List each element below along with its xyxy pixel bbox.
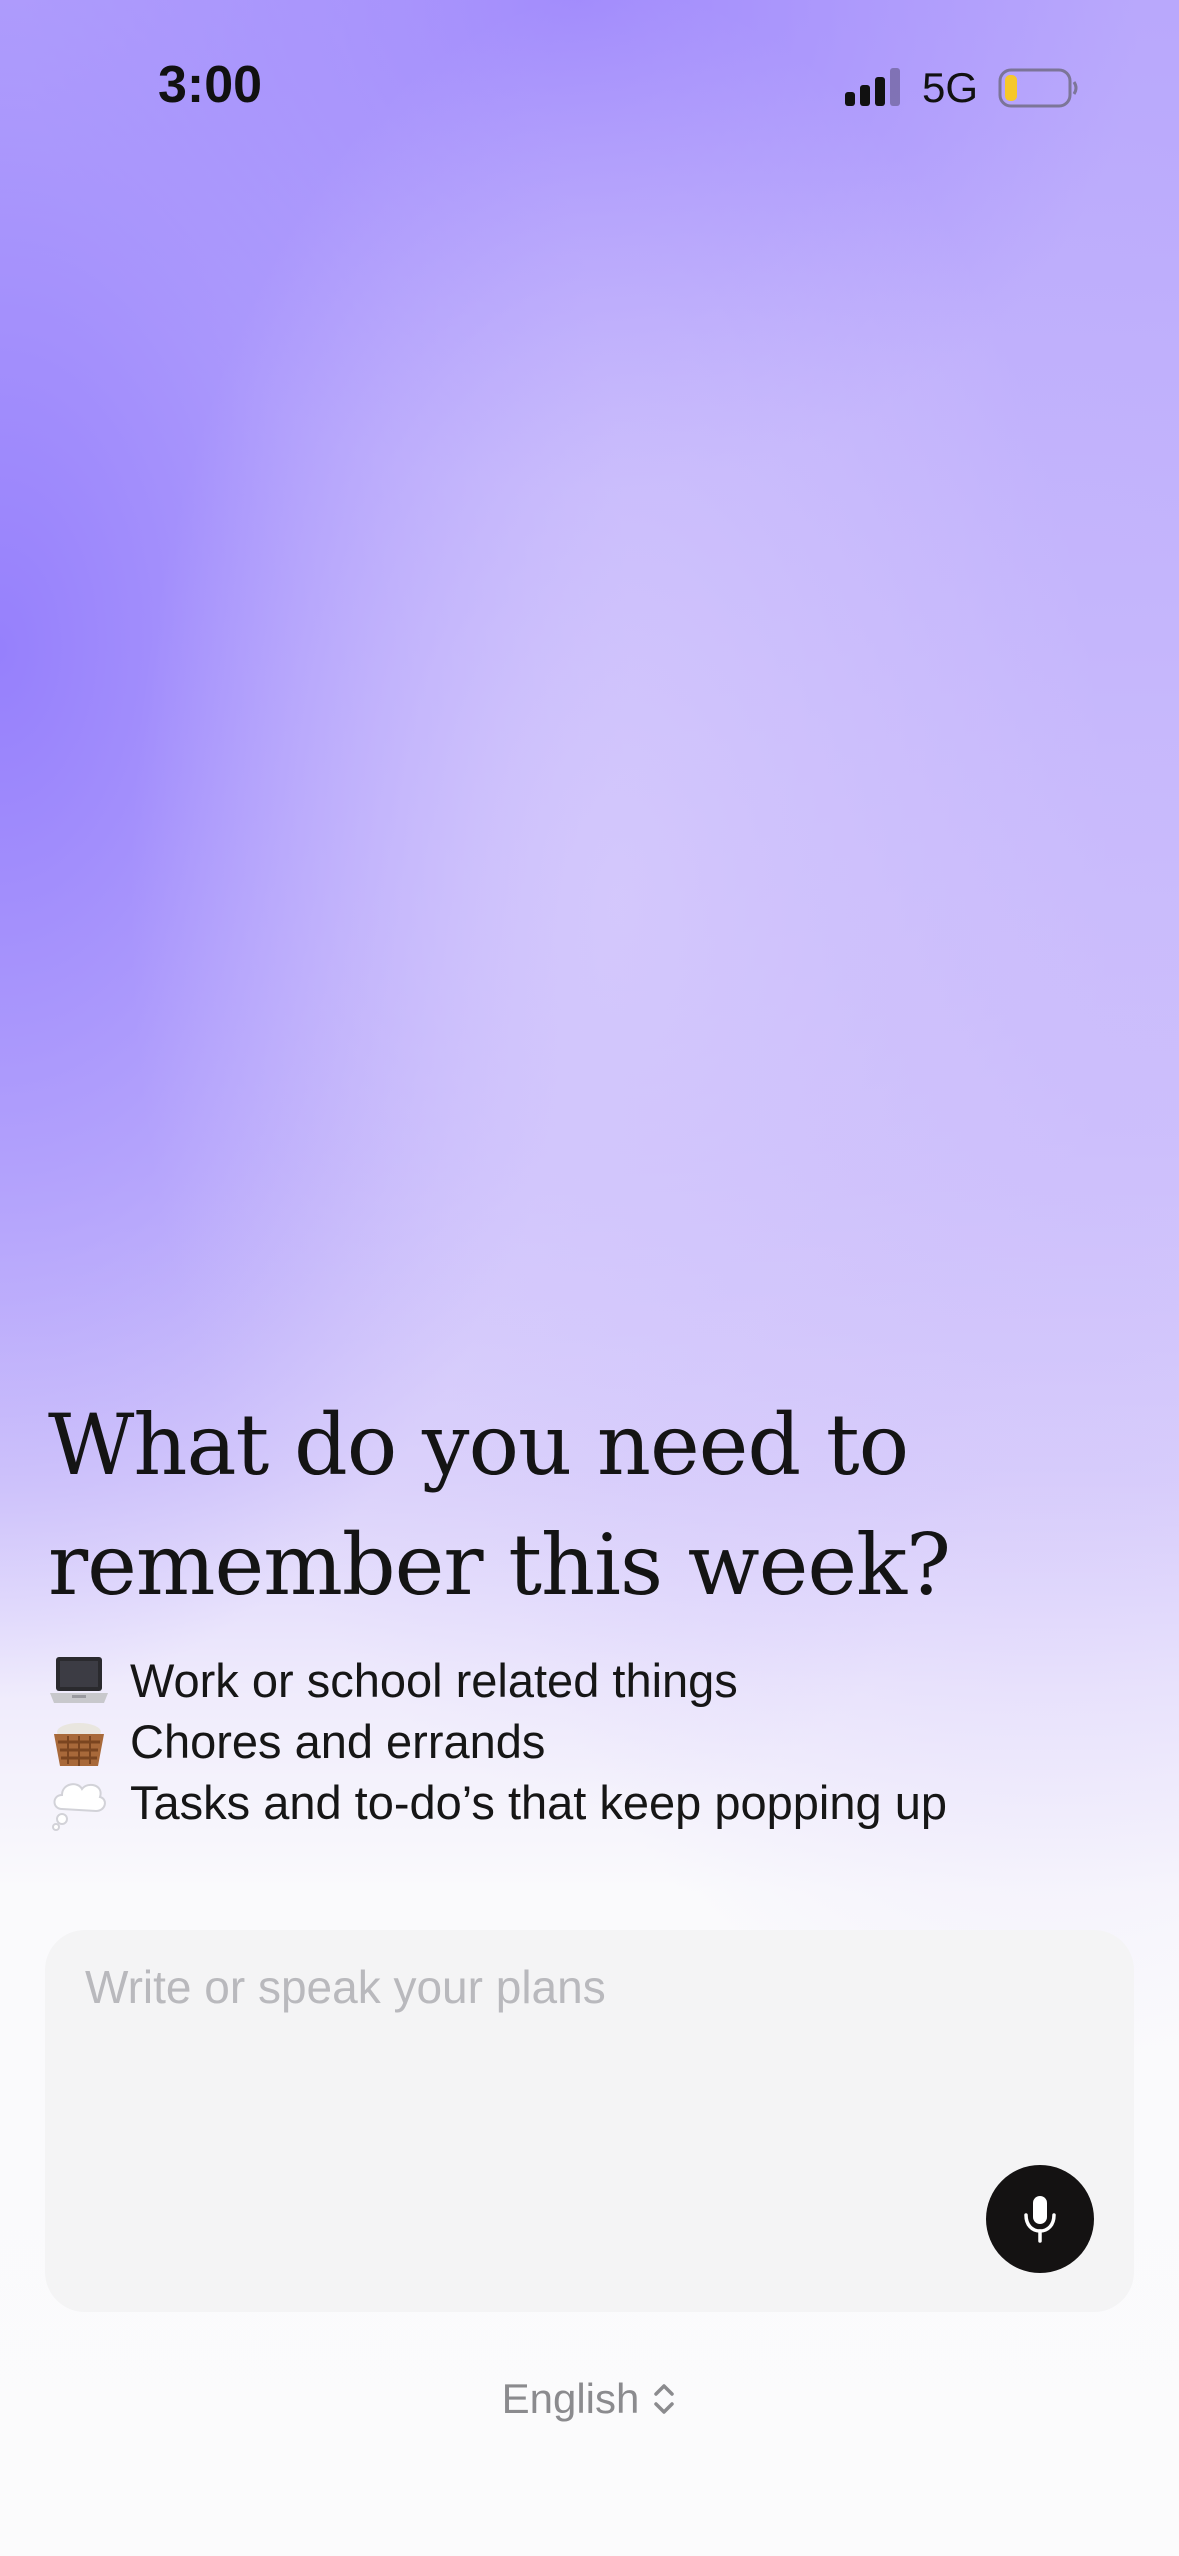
plans-input-card (45, 1930, 1134, 2312)
status-bar: 3:00 5G (0, 0, 1179, 170)
plans-input[interactable] (85, 1960, 985, 2014)
page-title: What do you need to remember this week? (48, 1385, 1148, 1625)
language-label: English (501, 2375, 640, 2422)
page-title-line-2: remember this week? (48, 1516, 951, 1614)
laptop-icon (50, 1656, 108, 1703)
thought-bubble-icon (52, 1782, 106, 1831)
status-time: 3:00 (158, 56, 263, 114)
microphone-icon (1024, 2196, 1056, 2243)
suggestion-list: Work or school related things Chores and… (48, 1650, 1148, 1833)
suggestion-item: Tasks and to-do’s that keep popping up (48, 1772, 1148, 1833)
cellular-signal-icon (845, 68, 900, 106)
suggestion-item: Work or school related things (48, 1650, 1148, 1711)
network-type: 5G (922, 64, 979, 111)
language-selector[interactable]: English (502, 2375, 678, 2423)
suggestion-label: Tasks and to-do’s that keep popping up (130, 1776, 947, 1829)
voice-input-button[interactable] (986, 2165, 1094, 2273)
suggestion-label: Chores and errands (130, 1715, 546, 1768)
language-selector-row: English (0, 2375, 1179, 2423)
chevron-up-down-icon (654, 2384, 675, 2414)
basket-icon (54, 1722, 104, 1766)
suggestion-item: Chores and errands (48, 1711, 1148, 1772)
suggestion-label: Work or school related things (130, 1654, 738, 1707)
battery-icon (998, 68, 1078, 108)
page-title-line-1: What do you need to (48, 1396, 909, 1494)
